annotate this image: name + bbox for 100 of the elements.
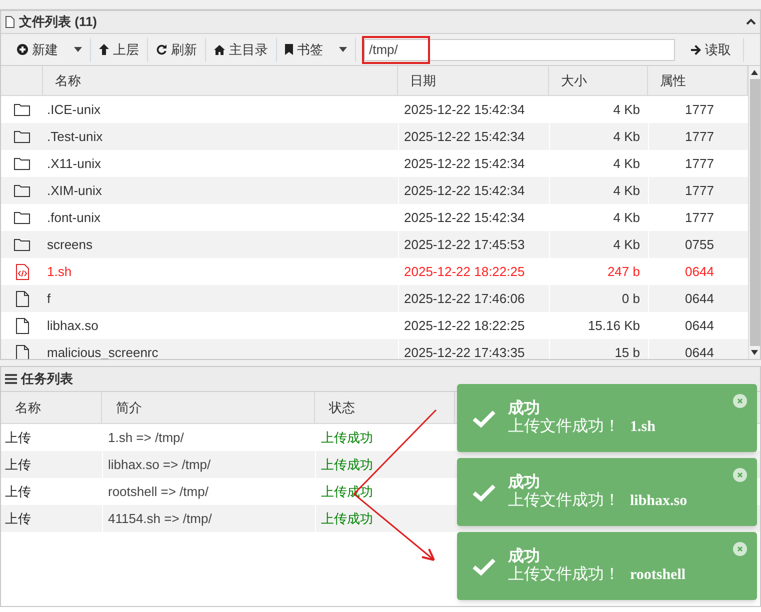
- toast-message: 上传文件成功！: [508, 492, 620, 510]
- close-button[interactable]: [733, 394, 747, 408]
- table-cell-text: 2025-12-22 15:42:34: [404, 182, 525, 200]
- dropdown-button[interactable]: 新建: [9, 38, 91, 62]
- table-cell-text: 上传成功: [321, 510, 373, 528]
- folder-icon: [14, 211, 30, 224]
- folder-icon: [14, 157, 30, 170]
- document-icon: [5, 16, 15, 28]
- table-cell-text: 0644: [685, 262, 714, 281]
- collapse-icon[interactable]: [746, 18, 756, 26]
- close-button[interactable]: [733, 542, 747, 556]
- table-cell-text: 2025-12-22 17:45:53: [404, 236, 525, 254]
- column-header[interactable]: 状态: [329, 398, 355, 418]
- highlight-box: [362, 36, 430, 64]
- refresh-icon: [156, 44, 167, 55]
- table-cell-text: 上传成功: [321, 428, 373, 447]
- bookmark-icon: [285, 44, 293, 55]
- list-icon: [5, 374, 17, 384]
- toast-message: 上传文件成功！: [508, 566, 620, 584]
- table-cell-text: 2025-12-22 18:22:25: [404, 262, 525, 281]
- table-cell-text: 1777: [685, 154, 714, 173]
- folder-icon: [14, 103, 30, 116]
- table-cell-text: 2025-12-22 15:42:34: [404, 154, 525, 173]
- scroll-down-icon[interactable]: [751, 350, 758, 355]
- table-cell-text: 4 Kb: [613, 208, 640, 227]
- folder-icon: [14, 184, 30, 197]
- table-cell-text: 0644: [685, 344, 714, 359]
- table-cell-text: 1.sh => /tmp/: [108, 428, 184, 447]
- caret-icon: [74, 47, 82, 52]
- table-cell-text: .X11-unix: [47, 154, 101, 173]
- table-cell-text: libhax.so => /tmp/: [108, 456, 211, 474]
- scrollbar-thumb[interactable]: [750, 79, 760, 346]
- column-header[interactable]: 日期: [410, 70, 436, 90]
- table-cell-text: .XIM-unix: [47, 182, 102, 200]
- toast-title: 成功: [508, 474, 541, 492]
- table-cell-text: 4 Kb: [613, 182, 640, 200]
- toast-message: 上传文件成功！: [508, 418, 620, 436]
- column-header[interactable]: 名称: [15, 398, 41, 418]
- table-cell-text: 2025-12-22 17:46:06: [404, 290, 525, 308]
- column-header[interactable]: 简介: [116, 398, 142, 418]
- table-cell-text: 2025-12-22 17:43:35: [404, 344, 525, 359]
- table-cell-text: f: [47, 290, 51, 308]
- folder-icon: [14, 238, 30, 251]
- table-cell-text: 1777: [685, 128, 714, 146]
- code-file-icon: [16, 264, 28, 280]
- table-cell-text: 上传: [5, 456, 31, 474]
- scroll-up-icon[interactable]: [751, 70, 758, 75]
- table-cell-text: 15.16 Kb: [588, 316, 640, 335]
- plus-icon: [17, 44, 28, 55]
- table-cell-text: screens: [47, 236, 93, 254]
- table-cell-text: malicious_screenrc: [47, 344, 158, 359]
- close-icon: [737, 398, 743, 404]
- table-cell-text: 1777: [685, 100, 714, 119]
- file-icon: [16, 318, 28, 334]
- table-cell-text: 2025-12-22 15:42:34: [404, 208, 525, 227]
- table-cell-text: 2025-12-22 15:42:34: [404, 128, 525, 146]
- table-cell-text: 上传: [5, 482, 31, 501]
- column-header[interactable]: 大小: [561, 70, 587, 90]
- panel-title: 任务列表: [21, 370, 73, 388]
- table-cell-text: 2025-12-22 15:42:34: [404, 100, 525, 119]
- read-button[interactable]: 读取: [687, 38, 744, 62]
- table-cell-text: 1777: [685, 208, 714, 227]
- close-icon: [737, 472, 743, 478]
- table-cell-text: 0755: [685, 236, 714, 254]
- table-cell-text: 4 Kb: [613, 236, 640, 254]
- path-field[interactable]: /tmp/: [364, 38, 675, 60]
- toolbar-button[interactable]: 主目录: [206, 38, 277, 62]
- toast-title: 成功: [508, 400, 541, 418]
- close-icon: [737, 546, 743, 552]
- close-button[interactable]: [733, 468, 747, 482]
- check-icon: [472, 408, 496, 428]
- table-cell-text: 247 b: [607, 262, 640, 281]
- scrollbar[interactable]: [748, 66, 760, 359]
- file-icon: [16, 344, 28, 359]
- arrow-up-icon: [99, 44, 109, 55]
- column-header[interactable]: 属性: [660, 70, 686, 90]
- toolbar-button[interactable]: 上层: [91, 38, 148, 62]
- column-header[interactable]: 名称: [55, 70, 81, 90]
- panel-title: 文件列表 (11): [19, 13, 98, 32]
- table-cell-text: 15 b: [614, 344, 640, 359]
- table-cell-text: 上传成功: [321, 456, 373, 474]
- file-row[interactable]: screens 2025-12-22 17:45:53 4 Kb 0755: [1, 231, 748, 258]
- check-icon: [472, 556, 496, 576]
- table-cell-text: 2025-12-22 18:22:25: [404, 316, 525, 335]
- toolbar-button[interactable]: 刷新: [148, 38, 206, 62]
- home-icon: [214, 44, 225, 54]
- file-row[interactable]: .XIM-unix 2025-12-22 15:42:34 4 Kb 1777: [1, 177, 748, 204]
- table-cell-text: 1.sh: [47, 262, 72, 281]
- dropdown-button[interactable]: 书签: [277, 38, 356, 62]
- file-row[interactable]: .Test-unix 2025-12-22 15:42:34 4 Kb 1777: [1, 123, 748, 150]
- table-cell-text: .font-unix: [47, 208, 100, 227]
- table-cell-text: 0644: [685, 316, 714, 335]
- table-cell-text: libhax.so: [47, 316, 98, 335]
- toast-title: 成功: [508, 548, 541, 566]
- file-row[interactable]: malicious_screenrc 2025-12-22 17:43:35 15 b 0644: [1, 339, 748, 359]
- table-cell-text: .ICE-unix: [47, 100, 100, 119]
- table-cell-text: 4 Kb: [613, 128, 640, 146]
- table-cell-text: 4 Kb: [613, 154, 640, 173]
- check-icon: [472, 482, 496, 502]
- file-row[interactable]: f 2025-12-22 17:46:06 0 b 0644: [1, 285, 748, 312]
